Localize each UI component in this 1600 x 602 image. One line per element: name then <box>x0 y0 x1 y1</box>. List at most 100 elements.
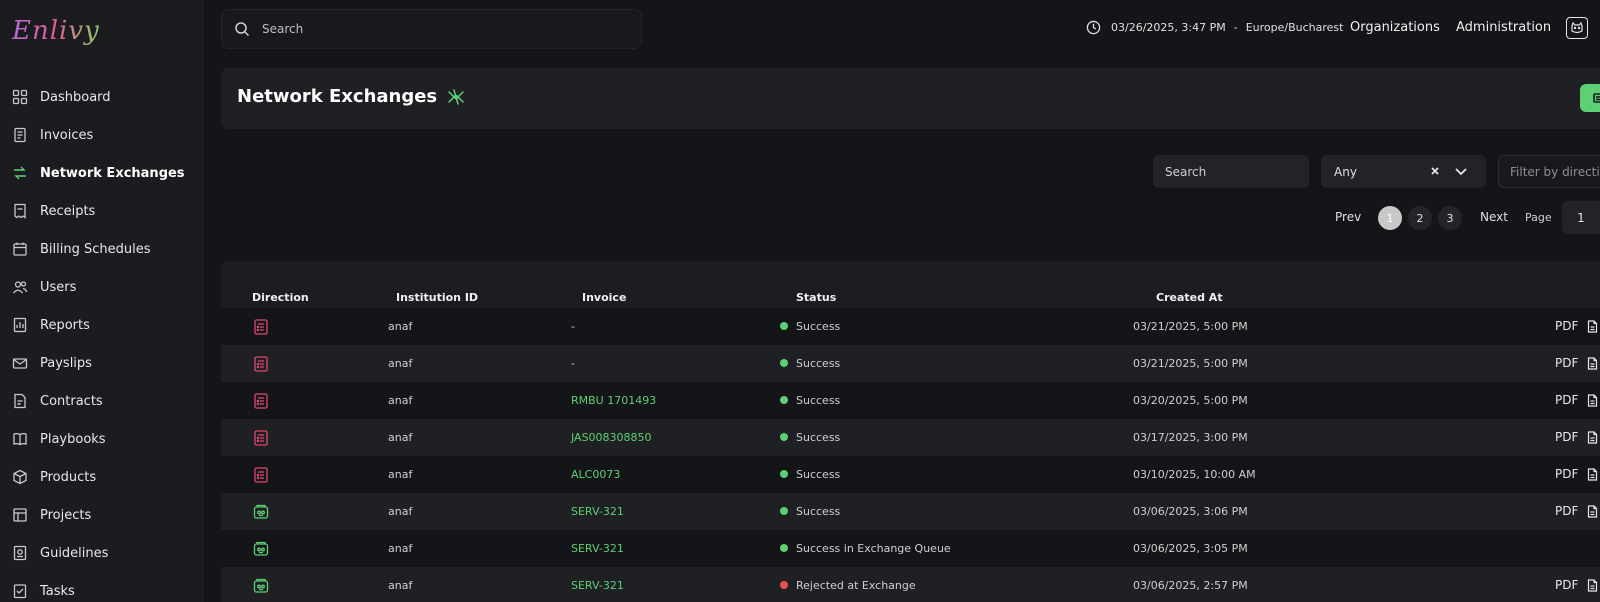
current-datetime: 03/26/2025, 3:47 PM <box>1111 21 1226 34</box>
pagination-next[interactable]: Next <box>1480 210 1508 224</box>
product-box-icon <box>12 469 28 485</box>
global-search-input[interactable] <box>262 22 622 36</box>
table-search-input[interactable] <box>1153 155 1309 188</box>
status-cell: Success in Exchange Queue <box>780 542 951 555</box>
invoice-cell[interactable]: SERV-321 <box>571 542 624 555</box>
cat-avatar-icon <box>1571 21 1583 34</box>
status-text: Success <box>796 357 841 370</box>
report-icon <box>12 317 28 333</box>
sidebar-item-projects[interactable]: Projects <box>0 496 204 534</box>
status-filter-select[interactable]: Any <box>1321 155 1486 188</box>
pdf-label: PDF <box>1555 319 1579 333</box>
sidebar-item-payslips[interactable]: Payslips <box>0 344 204 382</box>
sidebar: Enlivy Dashboard Invoices Network Exchange… <box>0 0 204 602</box>
column-header-invoice: Invoice <box>582 291 627 304</box>
created-at-cell: 03/21/2025, 5:00 PM <box>1133 357 1248 370</box>
project-icon <box>12 507 28 523</box>
created-at-cell: 03/17/2025, 3:00 PM <box>1133 431 1248 444</box>
invoice-cell: - <box>571 320 575 333</box>
created-at-cell: 03/20/2025, 5:00 PM <box>1133 394 1248 407</box>
sidebar-item-contracts[interactable]: Contracts <box>0 382 204 420</box>
institution-id-cell: anaf <box>388 394 413 407</box>
pdf-label: PDF <box>1555 430 1579 444</box>
sidebar-item-label: Products <box>40 469 97 485</box>
institution-id-cell: anaf <box>388 357 413 370</box>
global-search[interactable] <box>221 9 642 49</box>
invoice-cell: - <box>571 357 575 370</box>
pagination-page-1[interactable]: 1 <box>1378 206 1402 230</box>
column-header-status: Status <box>796 291 837 304</box>
sidebar-item-label: Receipts <box>40 203 96 219</box>
pdf-download-button[interactable]: PDF <box>1555 356 1599 370</box>
sidebar-item-receipts[interactable]: Receipts <box>0 192 204 230</box>
clear-icon[interactable] <box>1428 164 1442 178</box>
sidebar-item-network-exchanges[interactable]: Network Exchanges <box>0 154 204 192</box>
page-header: Network Exchanges <box>221 68 1600 129</box>
column-header-direction: Direction <box>252 291 309 304</box>
pdf-download-button[interactable]: PDF <box>1555 467 1599 481</box>
status-cell: Success <box>780 431 840 444</box>
table-row[interactable]: anaf - Success 03/21/2025, 5:00 PM PDF <box>221 308 1600 346</box>
status-dot <box>780 507 788 515</box>
sidebar-item-billing-schedules[interactable]: Billing Schedules <box>0 230 204 268</box>
invoice-cell[interactable]: RMBU 1701493 <box>571 394 656 407</box>
grid-icon <box>12 89 28 105</box>
sidebar-item-label: Contracts <box>40 393 103 409</box>
pdf-download-button[interactable]: PDF <box>1555 578 1599 592</box>
status-dot <box>780 470 788 478</box>
status-cell: Success <box>780 320 840 333</box>
institution-id-cell: anaf <box>388 542 413 555</box>
sidebar-item-invoices[interactable]: Invoices <box>0 116 204 154</box>
table-row[interactable]: anaf SERV-321 Success 03/06/2025, 3:06 PM PD… <box>221 493 1600 531</box>
status-cell: Rejected at Exchange <box>780 579 916 592</box>
pdf-download-button[interactable]: PDF <box>1555 430 1599 444</box>
sidebar-item-playbooks[interactable]: Playbooks <box>0 420 204 458</box>
file-icon <box>1588 467 1598 481</box>
invoice-cell[interactable]: SERV-321 <box>571 579 624 592</box>
status-cell: Success <box>780 394 840 407</box>
organizations-link[interactable]: Organizations <box>1350 20 1440 35</box>
status-text: Success <box>796 394 841 407</box>
header-action-button[interactable] <box>1580 84 1600 112</box>
status-text: Rejected at Exchange <box>796 579 916 592</box>
table-row[interactable]: anaf SERV-321 Rejected at Exchange 03/06/20… <box>221 567 1600 602</box>
sidebar-item-reports[interactable]: Reports <box>0 306 204 344</box>
pdf-label: PDF <box>1555 356 1579 370</box>
sidebar-item-users[interactable]: Users <box>0 268 204 306</box>
invoice-cell[interactable]: JAS008308850 <box>571 431 652 444</box>
invoice-cell[interactable]: ALC0073 <box>571 468 620 481</box>
pagination-page-2[interactable]: 2 <box>1408 206 1432 230</box>
pagination-page-input[interactable]: 1 <box>1562 201 1600 234</box>
sidebar-item-guidelines[interactable]: Guidelines <box>0 534 204 572</box>
exchange-icon <box>12 165 28 181</box>
app-logo[interactable]: Enlivy <box>12 16 100 46</box>
status-dot <box>780 359 788 367</box>
status-cell: Success <box>780 468 840 481</box>
pdf-download-button[interactable]: PDF <box>1555 319 1599 333</box>
file-icon <box>1588 578 1598 592</box>
column-header-created-at: Created At <box>1156 291 1223 304</box>
table-row[interactable]: anaf - Success 03/21/2025, 5:00 PM PDF <box>221 345 1600 383</box>
sidebar-item-tasks[interactable]: Tasks <box>0 572 204 602</box>
table-row[interactable]: anaf RMBU 1701493 Success 03/20/2025, 5:00 … <box>221 382 1600 420</box>
sidebar-item-dashboard[interactable]: Dashboard <box>0 78 204 116</box>
table-row[interactable]: anaf JAS008308850 Success 03/17/2025, 3:00 … <box>221 419 1600 457</box>
direction-filter-input[interactable] <box>1498 155 1600 188</box>
administration-link[interactable]: Administration <box>1456 20 1551 35</box>
pagination-prev[interactable]: Prev <box>1335 210 1361 224</box>
pdf-download-button[interactable]: PDF <box>1555 504 1599 518</box>
sidebar-item-label: Payslips <box>40 355 92 371</box>
receipt-icon <box>12 203 28 219</box>
chevron-down-icon[interactable] <box>1454 164 1468 178</box>
table-row[interactable]: anaf SERV-321 Success in Exchange Queue 03/… <box>221 530 1600 568</box>
user-avatar[interactable] <box>1566 17 1588 39</box>
invoice-cell[interactable]: SERV-321 <box>571 505 624 518</box>
table-row[interactable]: anaf ALC0073 Success 03/10/2025, 10:00 AM PD… <box>221 456 1600 494</box>
pdf-download-button[interactable]: PDF <box>1555 393 1599 407</box>
pagination-page-3[interactable]: 3 <box>1438 206 1462 230</box>
created-at-cell: 03/06/2025, 2:57 PM <box>1133 579 1248 592</box>
incoming-exchange-icon <box>253 541 269 556</box>
pdf-label: PDF <box>1555 578 1579 592</box>
exchanges-table: Direction Institution ID Invoice Status … <box>221 261 1600 602</box>
sidebar-item-products[interactable]: Products <box>0 458 204 496</box>
